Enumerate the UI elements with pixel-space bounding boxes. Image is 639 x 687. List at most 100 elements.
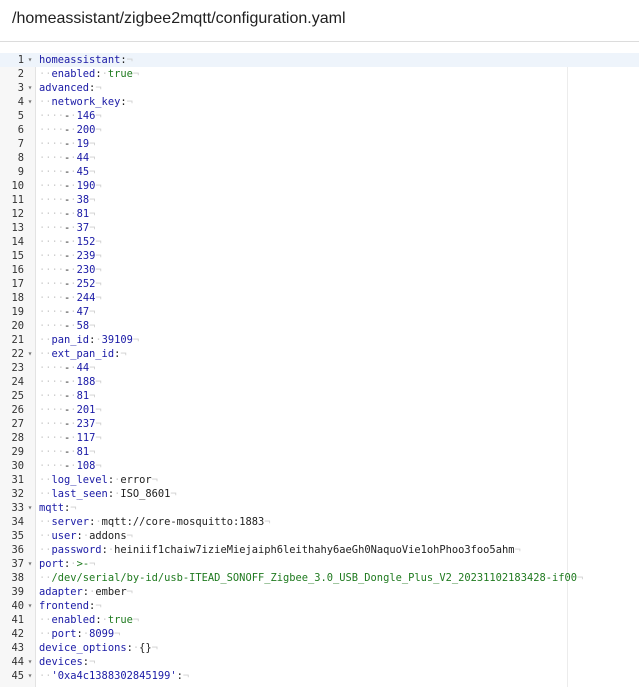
indent-guide: ··	[39, 530, 52, 542]
code-line[interactable]: 11 ····-·38¬	[0, 193, 639, 207]
code-line[interactable]: 28 ····-·117¬	[0, 431, 639, 445]
code-line[interactable]: 35 ··user:·addons¬	[0, 529, 639, 543]
code-line[interactable]: 21 ··pan_id:·39109¬	[0, 333, 639, 347]
code-line[interactable]: 13 ····-·37¬	[0, 221, 639, 235]
line-number: 41	[11, 614, 24, 626]
code-line[interactable]: 40 ▾ frontend:¬	[0, 599, 639, 613]
code-line[interactable]: 19 ····-·47¬	[0, 305, 639, 319]
code-line[interactable]: 14 ····-·152¬	[0, 235, 639, 249]
line-content: device_options:·{}¬	[39, 641, 158, 655]
fold-toggle-icon[interactable]: ▾	[26, 557, 34, 571]
code-line[interactable]: 4 ▾ ··network_key:¬	[0, 95, 639, 109]
yaml-key: homeassistant	[39, 54, 121, 66]
code-line[interactable]: 6 ····-·200¬	[0, 123, 639, 137]
code-line[interactable]: 44 ▾ devices:¬	[0, 655, 639, 669]
code-line[interactable]: 12 ····-·81¬	[0, 207, 639, 221]
code-line[interactable]: 33 ▾ mqtt:¬	[0, 501, 639, 515]
line-content: ····-·108¬	[39, 459, 102, 473]
yaml-value: true	[107, 68, 133, 80]
yaml-key: enabled	[51, 614, 96, 626]
code-line[interactable]: 42 ··port:·8099¬	[0, 627, 639, 641]
yaml-key: port	[39, 558, 65, 570]
code-line[interactable]: 26 ····-·201¬	[0, 403, 639, 417]
line-number: 1	[17, 54, 24, 66]
line-content: ····-·47¬	[39, 305, 95, 319]
line-number: 2	[17, 68, 24, 80]
fold-toggle-icon[interactable]: ▾	[26, 501, 34, 515]
line-number: 39	[11, 586, 24, 598]
line-content: ····-·146¬	[39, 109, 102, 123]
line-number: 33	[11, 502, 24, 514]
indent-guide: ··	[39, 348, 52, 360]
code-line[interactable]: 16 ····-·230¬	[0, 263, 639, 277]
line-number: 34	[11, 516, 24, 528]
code-line[interactable]: 7 ····-·19¬	[0, 137, 639, 151]
indent-guide: ····	[39, 110, 65, 122]
line-end-marker: ¬	[132, 334, 140, 346]
yaml-value: >-	[76, 558, 90, 570]
fold-toggle-icon[interactable]: ▾	[26, 81, 34, 95]
code-line[interactable]: 15 ····-·239¬	[0, 249, 639, 263]
code-line[interactable]: 36 ··password:·heiniif1chaiw7izieMiejaiph…	[0, 543, 639, 557]
line-content: ··user:·addons¬	[39, 529, 133, 543]
code-line[interactable]: 39 adapter:·ember¬	[0, 585, 639, 599]
fold-toggle-icon[interactable]: ▾	[26, 599, 34, 613]
line-content: ····-·38¬	[39, 193, 95, 207]
code-line[interactable]: 32 ··last_seen:·ISO_8601¬	[0, 487, 639, 501]
yaml-key: enabled	[51, 68, 96, 80]
code-line[interactable]: 25 ····-·81¬	[0, 389, 639, 403]
line-content: ····-·237¬	[39, 417, 102, 431]
indent-guide: ··	[39, 96, 52, 108]
code-line[interactable]: 9 ····-·45¬	[0, 165, 639, 179]
yaml-value: 38	[76, 194, 90, 206]
line-content: ····-·81¬	[39, 207, 95, 221]
line-number: 3	[17, 82, 24, 94]
line-number: 42	[11, 628, 24, 640]
code-line[interactable]: 31 ··log_level:·error¬	[0, 473, 639, 487]
code-lines[interactable]: 1 ▾ homeassistant:¬ 2 ··enabled:·true¬ 3 ▾ adva…	[0, 53, 639, 683]
line-number: 11	[11, 194, 24, 206]
code-line[interactable]: 18 ····-·244¬	[0, 291, 639, 305]
code-line[interactable]: 8 ····-·44¬	[0, 151, 639, 165]
line-end-marker: ¬	[126, 54, 133, 66]
yaml-key: pan_id	[51, 334, 90, 346]
code-line[interactable]: 3 ▾ advanced:¬	[0, 81, 639, 95]
fold-toggle-icon[interactable]: ▾	[26, 95, 34, 109]
line-number: 14	[11, 236, 24, 248]
yaml-value: 37	[76, 222, 90, 234]
code-line[interactable]: 10 ····-·190¬	[0, 179, 639, 193]
code-line[interactable]: 45 ▾ ··'0xa4c1388302845199':¬	[0, 669, 639, 683]
code-line[interactable]: 17 ····-·252¬	[0, 277, 639, 291]
yaml-value: true	[107, 614, 133, 626]
editor-header: /homeassistant/zigbee2mqtt/configuration…	[0, 0, 639, 42]
code-line[interactable]: 20 ····-·58¬	[0, 319, 639, 333]
yaml-key: frontend	[39, 600, 90, 612]
yaml-code-editor[interactable]: 1 ▾ homeassistant:¬ 2 ··enabled:·true¬ 3 ▾ adva…	[0, 53, 639, 687]
code-line[interactable]: 2 ··enabled:·true¬	[0, 67, 639, 81]
indent-guide: ··	[39, 614, 52, 626]
fold-toggle-icon[interactable]: ▾	[26, 347, 34, 361]
code-line[interactable]: 29 ····-·81¬	[0, 445, 639, 459]
code-line[interactable]: 22 ▾ ··ext_pan_id:¬	[0, 347, 639, 361]
code-line[interactable]: 1 ▾ homeassistant:¬	[0, 53, 639, 67]
code-line[interactable]: 37 ▾ port:·>-¬	[0, 557, 639, 571]
line-content: ····-·19¬	[39, 137, 95, 151]
fold-toggle-icon[interactable]: ▾	[26, 669, 34, 683]
fold-toggle-icon[interactable]: ▾	[26, 655, 34, 669]
yaml-value: {}	[139, 642, 152, 654]
line-end-marker: ¬	[170, 488, 177, 500]
code-line[interactable]: 5 ····-·146¬	[0, 109, 639, 123]
code-line[interactable]: 23 ····-·44¬	[0, 361, 639, 375]
indent-guide: ··	[39, 68, 52, 80]
code-line[interactable]: 43 device_options:·{}¬	[0, 641, 639, 655]
code-line[interactable]: 27 ····-·237¬	[0, 417, 639, 431]
fold-toggle-icon[interactable]: ▾	[26, 53, 34, 67]
code-line[interactable]: 30 ····-·108¬	[0, 459, 639, 473]
line-number: 20	[11, 320, 24, 332]
line-end-marker: ¬	[89, 152, 96, 164]
code-line[interactable]: 41 ··enabled:·true¬	[0, 613, 639, 627]
yaml-value: 47	[76, 306, 90, 318]
code-line[interactable]: 38 ··/dev/serial/by-id/usb-ITEAD_SONOFF_Z…	[0, 571, 639, 585]
code-line[interactable]: 34 ··server:·mqtt://core-mosquitto:1883¬	[0, 515, 639, 529]
code-line[interactable]: 24 ····-·188¬	[0, 375, 639, 389]
